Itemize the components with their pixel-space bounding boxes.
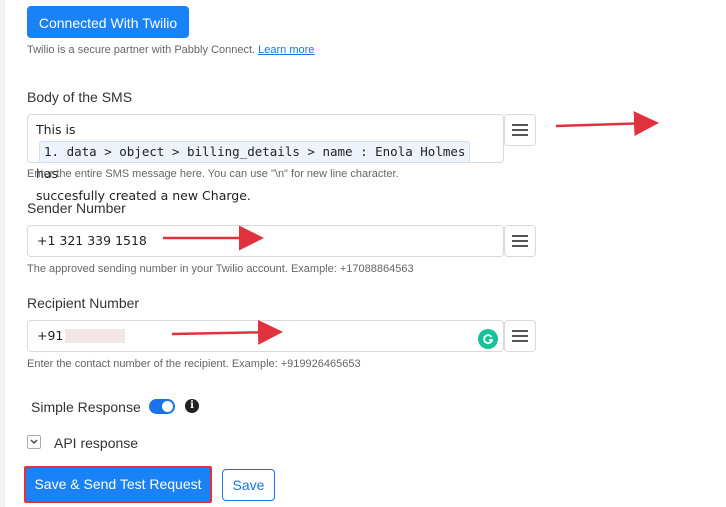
body-prefix: This is [36,122,76,137]
hamburger-icon [512,330,528,342]
partner-text: Twilio is a secure partner with Pabbly C… [27,44,256,56]
toggle-knob [162,401,173,412]
recipient-menu-button[interactable] [504,320,536,352]
save-send-test-button[interactable]: Save & Send Test Request [24,466,212,503]
recipient-help: Enter the contact number of the recipien… [27,358,361,370]
body-sms-label: Body of the SMS [27,89,133,105]
sender-menu-button[interactable] [504,225,536,257]
arrow-body-sms [555,111,659,137]
hamburger-icon [512,235,528,247]
hamburger-icon [512,124,528,136]
simple-response-label: Simple Response [31,399,141,415]
body-sms-field[interactable]: This is 1. data > object > billing_detail… [27,114,504,203]
learn-more-link[interactable]: Learn more [258,44,314,56]
api-response-expand[interactable] [27,435,41,449]
chevron-down-icon [30,439,38,444]
recipient-field[interactable]: +91 [27,320,504,352]
api-response-label: API response [54,435,139,451]
left-border [0,0,5,507]
recipient-value: +91 [37,328,64,343]
partner-note: Twilio is a secure partner with Pabbly C… [27,44,314,56]
redacted-digits [65,328,126,343]
info-icon[interactable]: i [185,399,199,413]
sender-value: +1 321 339 1518 [37,233,147,248]
grammarly-icon[interactable] [478,329,498,349]
simple-response-toggle[interactable] [149,399,175,414]
recipient-label: Recipient Number [27,295,140,311]
save-button[interactable]: Save [222,469,275,501]
body-menu-button[interactable] [504,114,536,146]
connected-with-twilio-button[interactable]: Connected With Twilio [27,6,189,38]
body-sms-content: This is 1. data > object > billing_detail… [36,119,495,207]
sender-label: Sender Number [27,200,126,216]
data-field-chip[interactable]: 1. data > object > billing_details > nam… [39,141,471,163]
sender-help: The approved sending number in your Twil… [27,263,414,275]
body-help: Enter the entire SMS message here. You c… [27,168,399,180]
sender-field[interactable]: +1 321 339 1518 [27,225,504,257]
